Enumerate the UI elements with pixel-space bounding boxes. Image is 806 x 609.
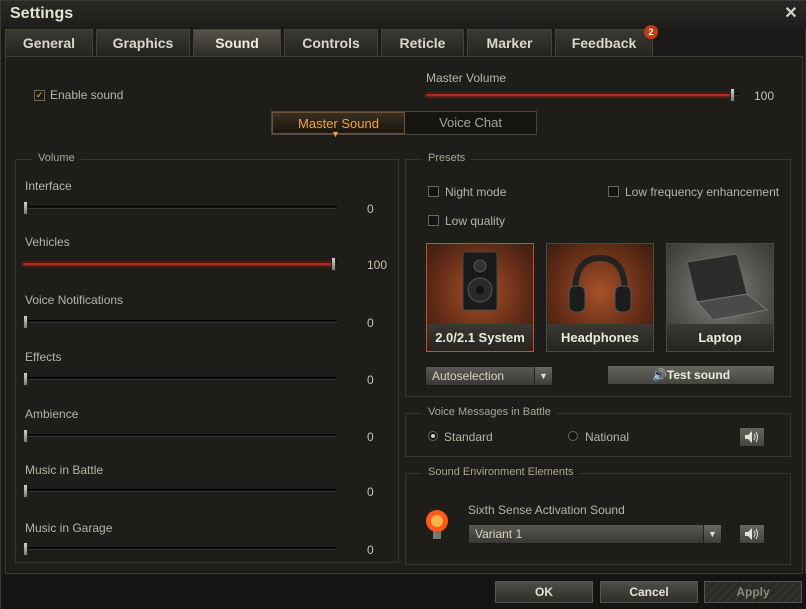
vehicles-value: 100: [367, 258, 388, 272]
sound-environment-title: Sound Environment Elements: [422, 466, 580, 478]
vehicles-label: Vehicles: [25, 235, 70, 249]
tab-bar: General Graphics Sound Controls Reticle …: [5, 25, 803, 56]
interface-thumb[interactable]: [23, 201, 28, 215]
sound-environment-panel: Sound Environment Elements: [405, 466, 791, 565]
sixth-sense-preview-button[interactable]: [739, 524, 765, 544]
active-indicator-icon: ▼: [331, 129, 340, 139]
preset-headphones-card[interactable]: Headphones: [546, 243, 654, 352]
chevron-down-icon: ▼: [534, 367, 552, 385]
national-radio[interactable]: [568, 431, 578, 441]
presets-panel-title: Presets: [422, 152, 472, 164]
speaker-icon: [745, 528, 758, 540]
low-quality-checkbox[interactable]: [428, 215, 439, 226]
ambience-thumb[interactable]: [23, 429, 28, 443]
ambience-slider[interactable]: [23, 429, 337, 443]
vehicles-thumb[interactable]: [331, 257, 336, 271]
master-volume-slider[interactable]: [426, 88, 739, 102]
preset-laptop-card[interactable]: Laptop: [666, 243, 774, 352]
chevron-down-icon: ▼: [703, 525, 721, 543]
voice-notifications-slider[interactable]: [23, 315, 337, 329]
preset-headphones-label: Headphones: [547, 324, 653, 351]
effects-label: Effects: [25, 350, 62, 364]
national-label: National: [585, 430, 630, 444]
lightbulb-icon: [425, 507, 449, 547]
master-volume-thumb[interactable]: [730, 88, 735, 102]
tab-general[interactable]: General: [5, 29, 93, 56]
tab-sound[interactable]: Sound: [193, 29, 281, 56]
test-sound-button[interactable]: 🔊Test sound: [607, 365, 775, 385]
speaker-small-icon: 🔊: [651, 368, 667, 382]
night-mode-checkbox[interactable]: [428, 186, 439, 197]
laptop-icon: [667, 244, 773, 324]
interface-value: 0: [367, 202, 374, 216]
effects-slider[interactable]: [23, 372, 337, 386]
voice-notifications-thumb[interactable]: [23, 315, 28, 329]
music-in-garage-slider[interactable]: [23, 542, 337, 556]
tab-marker[interactable]: Marker: [467, 29, 552, 56]
speaker-icon: [745, 431, 758, 443]
preset-system-label: 2.0/2.1 System: [427, 324, 533, 351]
voice-notifications-label: Voice Notifications: [25, 293, 124, 307]
tab-feedback[interactable]: Feedback 2: [555, 25, 658, 56]
device-select-value: Autoselection: [432, 369, 505, 383]
close-icon[interactable]: ✕: [781, 4, 801, 24]
voice-preview-button[interactable]: [739, 427, 765, 447]
voice-chat-tab[interactable]: Voice Chat: [405, 112, 536, 134]
window-title: Settings: [10, 5, 74, 22]
voice-notifications-value: 0: [367, 316, 374, 330]
vehicles-slider[interactable]: [23, 257, 337, 271]
preset-system-card[interactable]: 2.0/2.1 System: [426, 243, 534, 352]
enable-sound-label: Enable sound: [50, 88, 124, 102]
volume-panel-title: Volume: [32, 152, 81, 164]
ambience-value: 0: [367, 430, 374, 444]
ok-button[interactable]: OK: [495, 581, 593, 603]
music-in-battle-label: Music in Battle: [25, 463, 104, 477]
sixth-sense-label: Sixth Sense Activation Sound: [468, 503, 625, 517]
notification-badge: 2: [644, 25, 658, 39]
music-in-garage-value: 0: [367, 543, 374, 557]
cancel-button[interactable]: Cancel: [600, 581, 698, 603]
standard-label: Standard: [444, 430, 493, 444]
speaker-icon: [427, 244, 533, 324]
ambience-label: Ambience: [25, 407, 79, 421]
music-in-battle-thumb[interactable]: [23, 484, 28, 498]
low-quality-label: Low quality: [445, 214, 506, 228]
music-in-battle-value: 0: [367, 485, 374, 499]
apply-button[interactable]: Apply: [704, 581, 802, 603]
music-in-garage-label: Music in Garage: [25, 521, 113, 535]
test-sound-label: Test sound: [666, 368, 731, 382]
voice-messages-title: Voice Messages in Battle: [422, 406, 557, 418]
sound-mode-switch: Master Sound Voice Chat: [271, 111, 537, 135]
low-frequency-label: Low frequency enhancement: [625, 185, 780, 199]
tab-reticle[interactable]: Reticle: [381, 29, 464, 56]
effects-thumb[interactable]: [23, 372, 28, 386]
standard-radio[interactable]: [428, 431, 438, 441]
music-in-battle-slider[interactable]: [23, 484, 337, 498]
headphones-icon: [547, 244, 653, 324]
sixth-sense-select[interactable]: Variant 1 ▼: [468, 524, 722, 544]
master-volume-fill: [426, 94, 734, 96]
music-in-garage-thumb[interactable]: [23, 542, 28, 556]
low-frequency-checkbox[interactable]: [608, 186, 619, 197]
title-bar: Settings ✕: [1, 1, 806, 29]
interface-slider[interactable]: [23, 201, 337, 215]
master-volume-value: 100: [754, 89, 775, 103]
enable-sound-checkbox[interactable]: ✓: [34, 90, 45, 101]
effects-value: 0: [367, 373, 374, 387]
tab-graphics[interactable]: Graphics: [96, 29, 190, 56]
tab-controls[interactable]: Controls: [284, 29, 378, 56]
master-volume-label: Master Volume: [426, 71, 507, 85]
night-mode-label: Night mode: [445, 185, 507, 199]
vehicles-fill: [23, 263, 333, 265]
device-select[interactable]: Autoselection ▼: [425, 366, 553, 386]
preset-laptop-label: Laptop: [667, 324, 773, 351]
sixth-sense-value: Variant 1: [475, 527, 523, 541]
interface-label: Interface: [25, 179, 72, 193]
settings-window: Settings ✕ General Graphics Sound Contro…: [0, 0, 806, 609]
tab-feedback-label: Feedback: [571, 35, 637, 51]
volume-panel: Volume: [15, 152, 399, 563]
